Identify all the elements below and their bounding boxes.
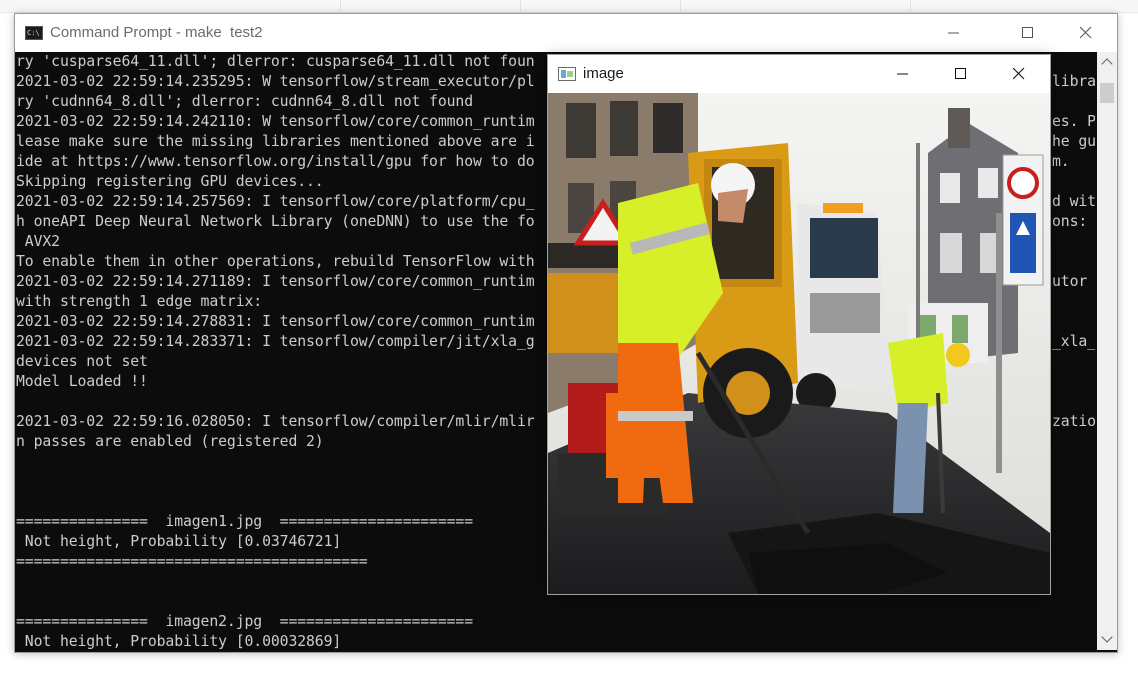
console-line: 2021-03-02 22:59:14.242110: W tensorflow… [16, 113, 535, 130]
console-line-fragment: utor [1052, 273, 1088, 290]
close-button[interactable] [1063, 14, 1109, 52]
console-line: Model Loaded !! [16, 373, 148, 390]
taskbar-segment [680, 0, 911, 11]
console-line: 2021-03-02 22:59:14.278831: I tensorflow… [16, 313, 535, 330]
console-line-fragment: d wit [1052, 193, 1095, 210]
console-line: Not height, Probability [0.03746721] [16, 533, 342, 550]
desktop-top-strip [0, 0, 1138, 13]
console-line-fragment: ons: [1052, 213, 1088, 230]
image-window-titlebar[interactable]: image [548, 55, 1050, 93]
taskbar-segment [0, 0, 341, 11]
console-scrollbar[interactable] [1097, 52, 1117, 650]
console-line-fragment: he gu [1052, 133, 1095, 150]
image-window-icon [558, 67, 576, 81]
roadwork-photo [548, 93, 1050, 594]
console-line: =============== imagen2.jpg ============… [16, 613, 474, 630]
console-line: Skipping registering GPU devices... [16, 173, 324, 190]
console-line: To enable them in other operations, rebu… [16, 253, 535, 270]
console-line: lease make sure the missing libraries me… [16, 133, 535, 150]
minimize-icon [897, 73, 908, 75]
scrollbar-thumb[interactable] [1100, 83, 1114, 103]
maximize-button[interactable] [1005, 14, 1051, 52]
console-line-fragment: es. P [1052, 113, 1095, 130]
minimize-icon [948, 32, 959, 34]
command-prompt-title: Command Prompt - make test2 [50, 24, 263, 41]
scroll-down-arrow-icon[interactable] [1097, 630, 1117, 650]
console-line: 2021-03-02 22:59:14.235295: W tensorflow… [16, 73, 535, 90]
image-close-button[interactable] [996, 55, 1042, 93]
close-icon [1080, 27, 1092, 39]
console-line: AVX2 [16, 233, 60, 250]
console-line: 2021-03-02 22:59:14.271189: I tensorflow… [16, 273, 535, 290]
roadwork-photo-illustration [548, 93, 1050, 594]
console-line: =============== imagen1.jpg ============… [16, 513, 474, 530]
scroll-up-arrow-icon[interactable] [1097, 52, 1117, 72]
console-line-fragment: zatio [1052, 413, 1095, 430]
image-window: image [547, 54, 1051, 595]
taskbar-segment [520, 0, 681, 11]
console-line: devices not set [16, 353, 148, 370]
console-line: h oneAPI Deep Neural Network Library (on… [16, 213, 535, 230]
console-line: ry 'cudnn64_8.dll'; dlerror: cudnn64_8.d… [16, 93, 474, 110]
command-prompt-icon [25, 26, 43, 40]
image-window-title: image [583, 65, 624, 82]
console-line: ide at https://www.tensorflow.org/instal… [16, 153, 535, 170]
image-minimize-button[interactable] [880, 55, 926, 93]
console-line: Not height, Probability [0.00032869] [16, 633, 342, 650]
taskbar-segment [340, 0, 521, 11]
minimize-button[interactable] [931, 14, 977, 52]
command-prompt-titlebar[interactable]: Command Prompt - make test2 [15, 14, 1117, 52]
maximize-icon [1022, 27, 1033, 38]
maximize-icon [955, 68, 966, 79]
console-line: 2021-03-02 22:59:16.028050: I tensorflow… [16, 413, 535, 430]
console-line-fragment: m. [1052, 153, 1070, 170]
close-icon [1013, 68, 1025, 80]
console-line-fragment: _xla_ [1052, 333, 1095, 350]
console-line: with strength 1 edge matrix: [16, 293, 263, 310]
console-line: ======================================== [16, 553, 368, 570]
console-line: 2021-03-02 22:59:14.257569: I tensorflow… [16, 193, 535, 210]
console-line: 2021-03-02 22:59:14.283371: I tensorflow… [16, 333, 535, 350]
console-line: n passes are enabled (registered 2) [16, 433, 324, 450]
console-line: ry 'cusparse64_11.dll'; dlerror: cuspars… [16, 53, 535, 70]
image-maximize-button[interactable] [938, 55, 984, 93]
console-line-fragment: libra [1052, 73, 1095, 90]
